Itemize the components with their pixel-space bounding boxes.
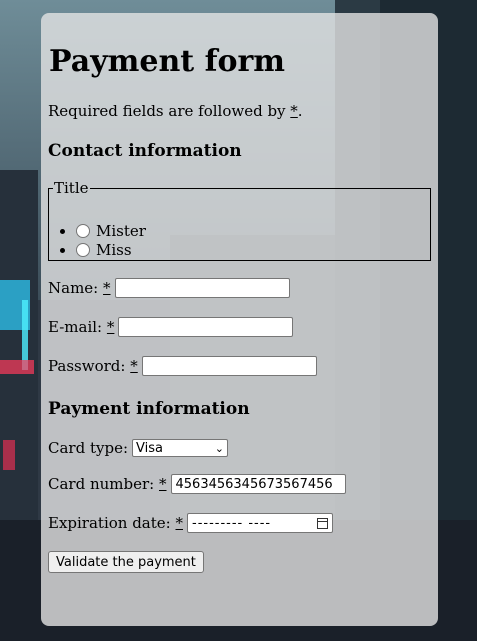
radio-label-mister: Mister [96, 222, 146, 240]
expiration-row: Expiration date: * --------- ---- [48, 513, 333, 533]
calendar-icon[interactable] [317, 517, 328, 529]
card-number-input[interactable]: 4563456345673567456 [170, 474, 346, 494]
name-row: Name: * [48, 278, 290, 298]
payment-form-panel: Payment form Required fields are followe… [41, 13, 438, 626]
radio-mister[interactable] [76, 224, 90, 238]
title-option-mister[interactable]: Mister [76, 222, 146, 241]
expiration-placeholder: --------- ---- [192, 515, 272, 531]
title-legend: Title [54, 179, 89, 197]
card-type-label: Card type: [48, 439, 128, 457]
card-number-row: Card number: * 4563456345673567456 [48, 474, 346, 494]
title-fieldset: Title Mister Miss [48, 179, 431, 261]
title-options: Mister Miss [76, 222, 146, 260]
required-note: Required fields are followed by *. [48, 102, 303, 120]
neon-sign-pink [3, 440, 15, 470]
name-label: Name: * [48, 279, 111, 297]
expiration-label: Expiration date: * [48, 514, 183, 532]
payment-heading: Payment information [48, 399, 250, 419]
expiration-input[interactable]: --------- ---- [187, 513, 333, 533]
password-row: Password: * [48, 356, 317, 376]
name-input[interactable] [114, 278, 290, 298]
email-input[interactable] [118, 317, 294, 337]
chevron-down-icon: ⌄ [214, 441, 224, 455]
required-note-text: Required fields are followed by [48, 102, 291, 120]
radio-label-miss: Miss [96, 241, 132, 259]
required-note-period: . [297, 102, 303, 120]
card-type-row: Card type: Visa ⌄ [48, 439, 228, 457]
contact-heading: Contact information [48, 141, 242, 161]
password-label: Password: * [48, 357, 138, 375]
title-option-miss[interactable]: Miss [76, 241, 146, 260]
password-input[interactable] [141, 356, 317, 376]
neon-sign-red [0, 360, 34, 374]
card-number-label: Card number: * [48, 475, 167, 493]
required-star: * [290, 102, 298, 120]
email-row: E-mail: * [48, 317, 294, 337]
radio-miss[interactable] [76, 243, 90, 257]
card-type-select[interactable]: Visa ⌄ [132, 439, 228, 457]
card-type-value: Visa [136, 440, 163, 456]
email-label: E-mail: * [48, 318, 115, 336]
validate-payment-button[interactable]: Validate the payment [48, 551, 204, 573]
page-title: Payment form [49, 44, 286, 79]
